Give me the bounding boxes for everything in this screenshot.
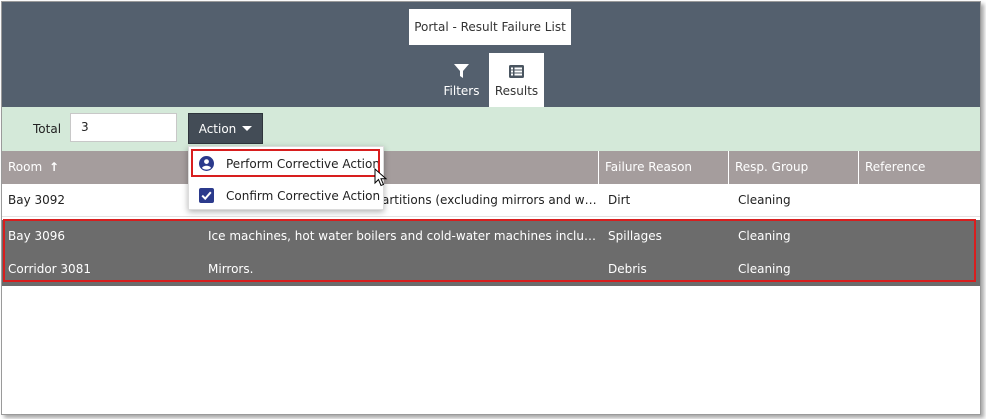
- action-button[interactable]: Action: [188, 113, 263, 144]
- cell-room: Bay 3096: [8, 229, 66, 243]
- cell-resp-group: Cleaning: [738, 193, 791, 207]
- cell-description: Ice machines, hot water boilers and cold…: [208, 229, 598, 243]
- page-title: Portal - Result Failure List: [409, 9, 571, 45]
- table-row[interactable]: Bay 3092 artitions (excluding mirrors an…: [2, 184, 980, 217]
- cell-reference: [862, 253, 980, 286]
- caret-down-icon: [242, 126, 253, 131]
- column-header-failure-reason[interactable]: Failure Reason: [598, 151, 728, 184]
- cell-description: artitions (excluding mirrors and wi...: [382, 193, 598, 207]
- cell-failure-reason: Spillages: [608, 229, 662, 243]
- tab-results[interactable]: Results: [489, 53, 544, 107]
- list-icon: [509, 62, 524, 80]
- app-window: Portal - Result Failure List Filters Res…: [1, 1, 981, 415]
- cell-reference: [862, 220, 980, 253]
- column-header-resp-group[interactable]: Resp. Group: [728, 151, 858, 184]
- table-row[interactable]: Corridor 3081 Mirrors. Debris Cleaning: [2, 253, 980, 286]
- checkbox-checked-icon: [199, 188, 214, 203]
- action-button-label: Action: [198, 121, 237, 136]
- mouse-pointer-icon: [374, 167, 388, 192]
- sort-ascending-icon: ↑: [49, 160, 60, 174]
- cell-failure-reason: Debris: [608, 262, 647, 276]
- menu-item-confirm-corrective-action[interactable]: Confirm Corrective Action: [189, 181, 383, 211]
- total-field[interactable]: 3: [70, 113, 177, 142]
- tab-filters-label: Filters: [443, 84, 480, 98]
- column-header-room-label: Room: [8, 160, 43, 174]
- header-bar: Portal - Result Failure List Filters Res…: [2, 2, 980, 107]
- cell-resp-group: Cleaning: [738, 229, 791, 243]
- menu-item-highlight: [191, 149, 380, 177]
- cell-room: Corridor 3081: [8, 262, 91, 276]
- cell-reference: [862, 184, 980, 217]
- column-header-reference[interactable]: Reference: [858, 151, 980, 184]
- tab-filters[interactable]: Filters: [434, 53, 489, 107]
- cell-failure-reason: Dirt: [608, 193, 631, 207]
- tab-results-label: Results: [494, 84, 539, 98]
- cell-resp-group: Cleaning: [738, 262, 791, 276]
- cell-description: Mirrors.: [208, 262, 254, 276]
- menu-item-label: Confirm Corrective Action: [226, 189, 381, 203]
- filter-icon: [453, 62, 470, 80]
- toolbar: Total 3 Action: [2, 107, 980, 151]
- action-dropdown-menu: Perform Corrective Action Confirm Correc…: [188, 146, 384, 210]
- table-row[interactable]: Bay 3096 Ice machines, hot water boilers…: [2, 220, 980, 253]
- column-header-room[interactable]: Room ↑: [2, 151, 182, 184]
- cell-room: Bay 3092: [8, 193, 66, 207]
- table-header: Room ↑ Failure Reason Resp. Group Refere…: [2, 151, 980, 184]
- total-label: Total: [33, 122, 62, 136]
